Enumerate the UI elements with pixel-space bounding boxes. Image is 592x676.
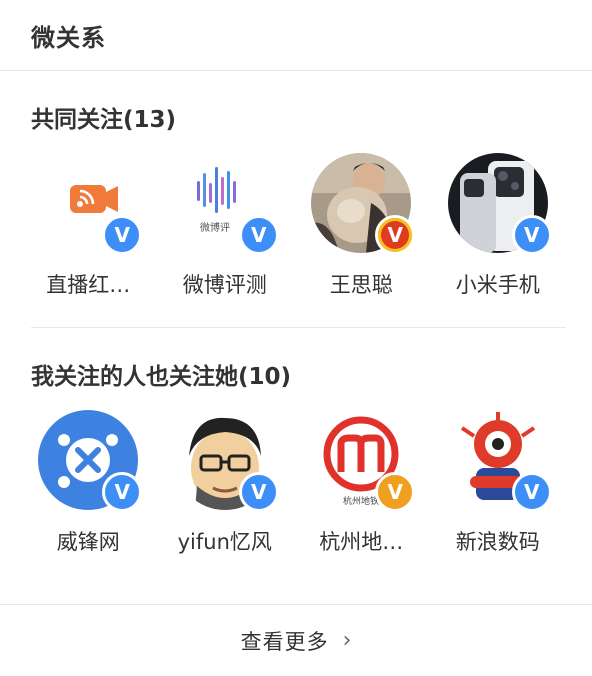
- verified-badge-icon: V: [375, 215, 416, 255]
- common-follows-list: V 直播红… 微博评 V 微博评测 V 王思聪 V 小米手机: [20, 153, 566, 300]
- micro-relations-card: 微关系 共同关注(13) V 直播红… 微博评 V 微博评测 V 王思聪 V 小…: [0, 0, 592, 676]
- user-item[interactable]: 杭州地铁 V 杭州地…: [293, 410, 430, 557]
- common-follows-section: 共同关注(13) V 直播红… 微博评 V 微博评测 V 王思聪 V 小米手机: [0, 104, 592, 300]
- user-item[interactable]: V 直播红…: [20, 153, 157, 300]
- verified-badge-icon: V: [238, 472, 279, 512]
- see-more-button[interactable]: 查看更多 ›: [0, 604, 592, 676]
- verified-badge-icon: V: [511, 215, 552, 255]
- user-name: 微博评测: [182, 273, 267, 297]
- verified-badge-icon: V: [511, 472, 552, 512]
- user-name: 新浪数码: [455, 530, 540, 554]
- user-item[interactable]: V 王思聪: [293, 153, 430, 300]
- chevron-right-icon: ›: [342, 628, 352, 653]
- verified-badge-icon: V: [375, 472, 416, 512]
- section-divider: [31, 327, 566, 328]
- user-name: 小米手机: [455, 273, 540, 297]
- user-item[interactable]: V 新浪数码: [430, 410, 567, 557]
- user-name: 威锋网: [56, 530, 120, 554]
- user-name: 杭州地…: [319, 530, 404, 554]
- user-item[interactable]: 微博评 V 微博评测: [157, 153, 294, 300]
- also-follow-title: 我关注的人也关注她(10): [31, 364, 292, 390]
- also-follow-list: V 威锋网 V yifun忆风 杭州地铁 V 杭州地… V 新浪数码: [20, 410, 566, 557]
- user-item[interactable]: V 小米手机: [430, 153, 567, 300]
- user-item[interactable]: V 威锋网: [20, 410, 157, 557]
- card-header: 微关系: [0, 0, 592, 71]
- see-more-label: 查看更多: [240, 629, 329, 654]
- verified-badge-icon: V: [102, 215, 143, 255]
- verified-badge-icon: V: [102, 472, 143, 512]
- user-name: yifun忆风: [177, 530, 272, 554]
- user-name: 王思聪: [329, 273, 393, 297]
- user-item[interactable]: V yifun忆风: [157, 410, 294, 557]
- svg-text:微博评: 微博评: [200, 221, 230, 234]
- user-name: 直播红…: [46, 273, 131, 297]
- verified-badge-icon: V: [238, 215, 279, 255]
- also-follow-section: 我关注的人也关注她(10) V 威锋网 V yifun忆风 杭州地铁 V 杭州地…: [0, 361, 592, 557]
- common-follows-title: 共同关注(13): [31, 107, 177, 133]
- card-title: 微关系: [31, 23, 106, 52]
- svg-text:杭州地铁: 杭州地铁: [343, 495, 379, 507]
